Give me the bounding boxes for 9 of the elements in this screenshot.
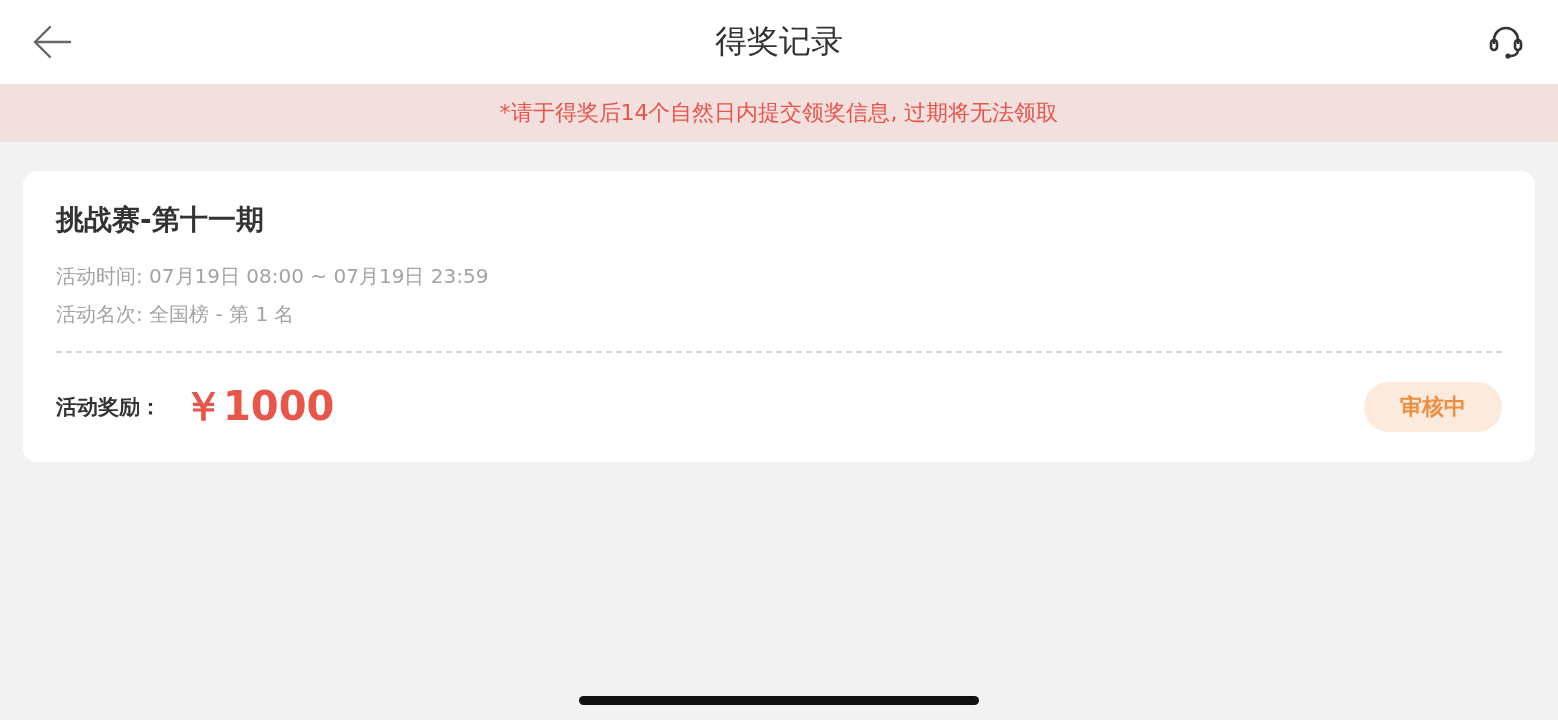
notice-banner: *请于得奖后14个自然日内提交领奖信息, 过期将无法领取 [0, 84, 1558, 142]
page-title: 得奖记录 [715, 21, 843, 62]
event-time: 活动时间: 07月19日 08:00 ~ 07月19日 23:59 [56, 263, 490, 290]
event-title: 挑战赛-第十一期 [56, 202, 265, 238]
reward-label: 活动奖励： [56, 393, 161, 421]
event-rank: 活动名次: 全国榜 - 第 1 名 [56, 301, 296, 328]
back-arrow-icon[interactable] [32, 24, 72, 60]
status-badge: 审核中 [1364, 381, 1502, 432]
reward-amount: ￥1000 [183, 382, 336, 431]
